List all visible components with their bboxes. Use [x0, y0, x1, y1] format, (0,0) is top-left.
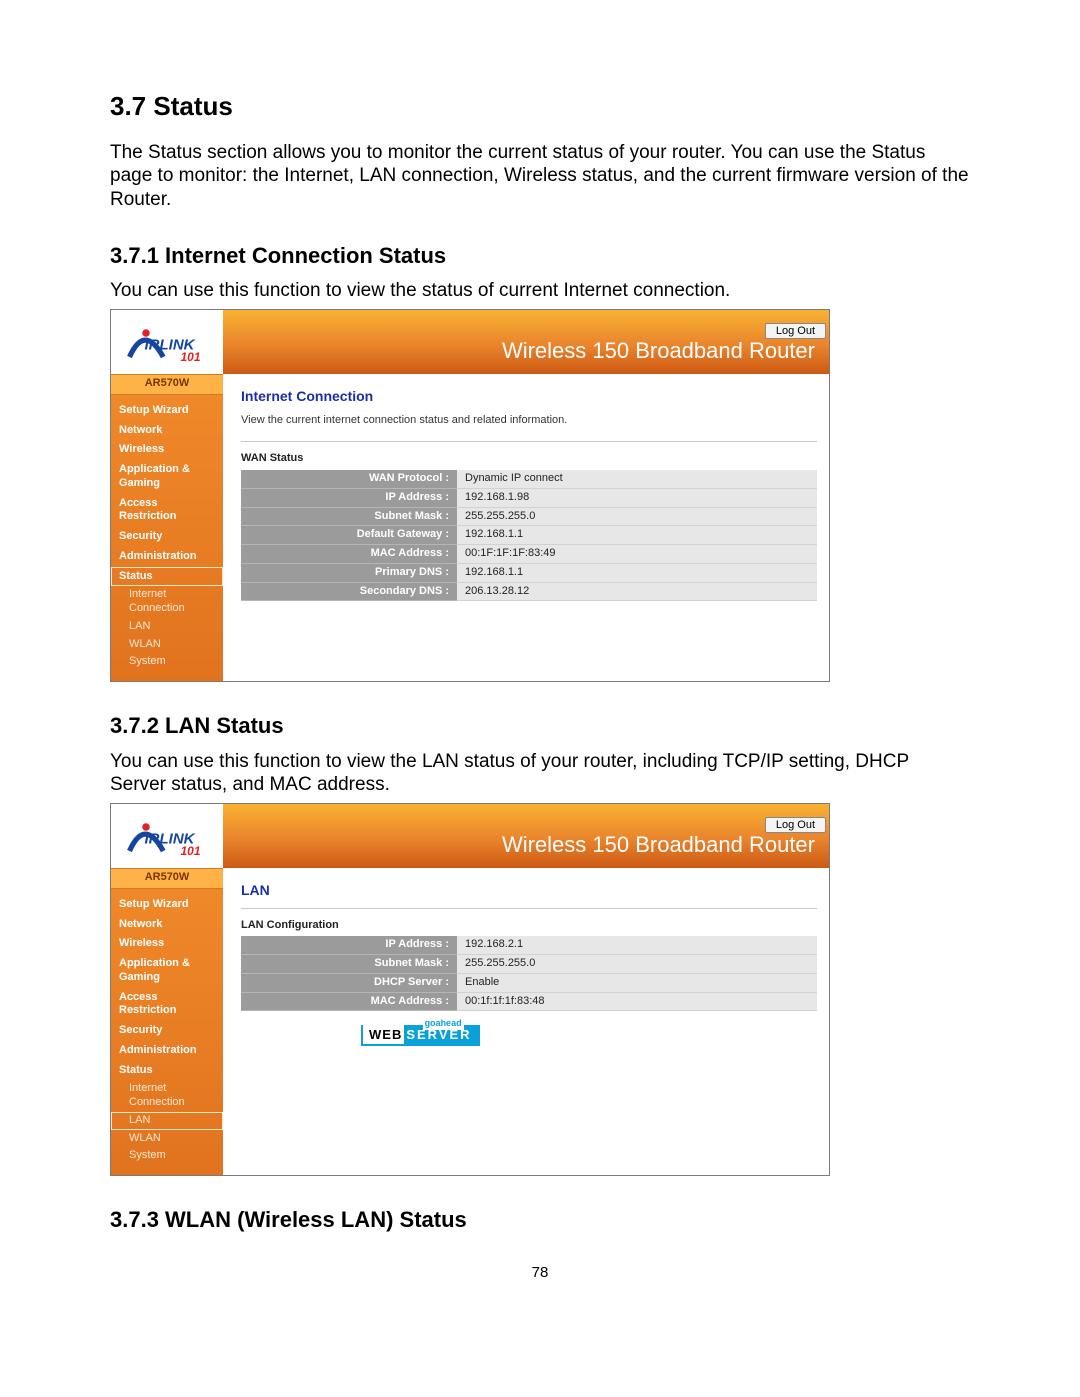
row-label: Subnet Mask :: [241, 955, 457, 974]
section-body-status: The Status section allows you to monitor…: [110, 141, 970, 212]
row-value: 192.168.1.1: [457, 526, 817, 545]
nav-app-gaming[interactable]: Application & Gaming: [111, 954, 223, 988]
product-line-title: Wireless 150 Broadband Router: [502, 337, 815, 365]
nav-sub-internet[interactable]: Internet Connection: [111, 586, 223, 618]
nav-sub-wlan[interactable]: WLAN: [111, 1130, 223, 1148]
row-label: Subnet Mask :: [241, 507, 457, 526]
separator: [241, 908, 817, 909]
row-value: Enable: [457, 973, 817, 992]
router-screenshot-lan: IRLINK 101 Log Out Wireless 150 Broadban…: [110, 803, 830, 1176]
panel-title: Internet Connection: [241, 388, 817, 406]
row-value: 192.168.1.98: [457, 488, 817, 507]
nav-administration[interactable]: Administration: [111, 547, 223, 567]
row-label: DHCP Server :: [241, 973, 457, 992]
nav-network[interactable]: Network: [111, 421, 223, 441]
panel-title: LAN: [241, 882, 817, 900]
page-number: 78: [110, 1264, 970, 1283]
row-value: 192.168.1.1: [457, 563, 817, 582]
subsection-heading-373: 3.7.3 WLAN (Wireless LAN) Status: [110, 1206, 970, 1234]
nav-wireless[interactable]: Wireless: [111, 934, 223, 954]
row-label: MAC Address :: [241, 545, 457, 564]
nav-sub-wlan[interactable]: WLAN: [111, 636, 223, 654]
row-value: 00:1F:1F:1F:83:49: [457, 545, 817, 564]
row-label: Primary DNS :: [241, 563, 457, 582]
nav-access-restriction[interactable]: Access Restriction: [111, 494, 223, 528]
model-label: AR570W: [111, 374, 223, 395]
row-value: Dynamic IP connect: [457, 470, 817, 488]
row-label: MAC Address :: [241, 992, 457, 1011]
row-label: WAN Protocol :: [241, 470, 457, 488]
webserver-badge: WEBSERVER: [361, 1025, 480, 1045]
subsection-body-372: You can use this function to view the LA…: [110, 750, 970, 798]
svg-text:101: 101: [181, 844, 201, 858]
nav-sub-system[interactable]: System: [111, 1147, 223, 1165]
table-title: WAN Status: [241, 452, 817, 466]
lan-config-table: IP Address :192.168.2.1 Subnet Mask :255…: [241, 936, 817, 1011]
product-line-title: Wireless 150 Broadband Router: [502, 831, 815, 859]
section-heading-status: 3.7 Status: [110, 90, 970, 123]
nav-status[interactable]: Status: [111, 567, 223, 587]
svg-text:101: 101: [181, 350, 201, 364]
subsection-heading-372: 3.7.2 LAN Status: [110, 712, 970, 740]
row-value: 255.255.255.0: [457, 955, 817, 974]
brand-logo: IRLINK 101: [111, 310, 223, 374]
row-value: 00:1f:1f:1f:83:48: [457, 992, 817, 1011]
nav-administration[interactable]: Administration: [111, 1041, 223, 1061]
router-screenshot-internet: IRLINK 101 Log Out Wireless 150 Broadban…: [110, 309, 830, 682]
nav-wireless[interactable]: Wireless: [111, 440, 223, 460]
brand-logo: IRLINK 101: [111, 804, 223, 868]
row-label: Secondary DNS :: [241, 582, 457, 601]
nav-sub-system[interactable]: System: [111, 653, 223, 671]
model-label: AR570W: [111, 868, 223, 889]
row-label: IP Address :: [241, 936, 457, 954]
nav-setup-wizard[interactable]: Setup Wizard: [111, 895, 223, 915]
nav-network[interactable]: Network: [111, 915, 223, 935]
nav-sub-lan[interactable]: LAN: [111, 1112, 223, 1130]
row-value: 255.255.255.0: [457, 507, 817, 526]
logout-button[interactable]: Log Out: [765, 817, 826, 833]
row-label: IP Address :: [241, 488, 457, 507]
row-value: 206.13.28.12: [457, 582, 817, 601]
badge-text-b: SERVER: [404, 1025, 477, 1044]
nav-sub-internet[interactable]: Internet Connection: [111, 1080, 223, 1112]
logout-button[interactable]: Log Out: [765, 323, 826, 339]
nav-status[interactable]: Status: [111, 1061, 223, 1081]
subsection-body-371: You can use this function to view the st…: [110, 279, 970, 303]
table-title: LAN Configuration: [241, 919, 817, 933]
nav-security[interactable]: Security: [111, 527, 223, 547]
row-value: 192.168.2.1: [457, 936, 817, 954]
subsection-heading-371: 3.7.1 Internet Connection Status: [110, 242, 970, 270]
nav-setup-wizard[interactable]: Setup Wizard: [111, 401, 223, 421]
wan-status-table: WAN Protocol :Dynamic IP connect IP Addr…: [241, 470, 817, 601]
nav-app-gaming[interactable]: Application & Gaming: [111, 460, 223, 494]
row-label: Default Gateway :: [241, 526, 457, 545]
panel-description: View the current internet connection sta…: [241, 414, 817, 428]
separator: [241, 441, 817, 442]
nav-access-restriction[interactable]: Access Restriction: [111, 988, 223, 1022]
nav-sub-lan[interactable]: LAN: [111, 618, 223, 636]
nav-security[interactable]: Security: [111, 1021, 223, 1041]
badge-text-a: WEB: [363, 1025, 404, 1044]
